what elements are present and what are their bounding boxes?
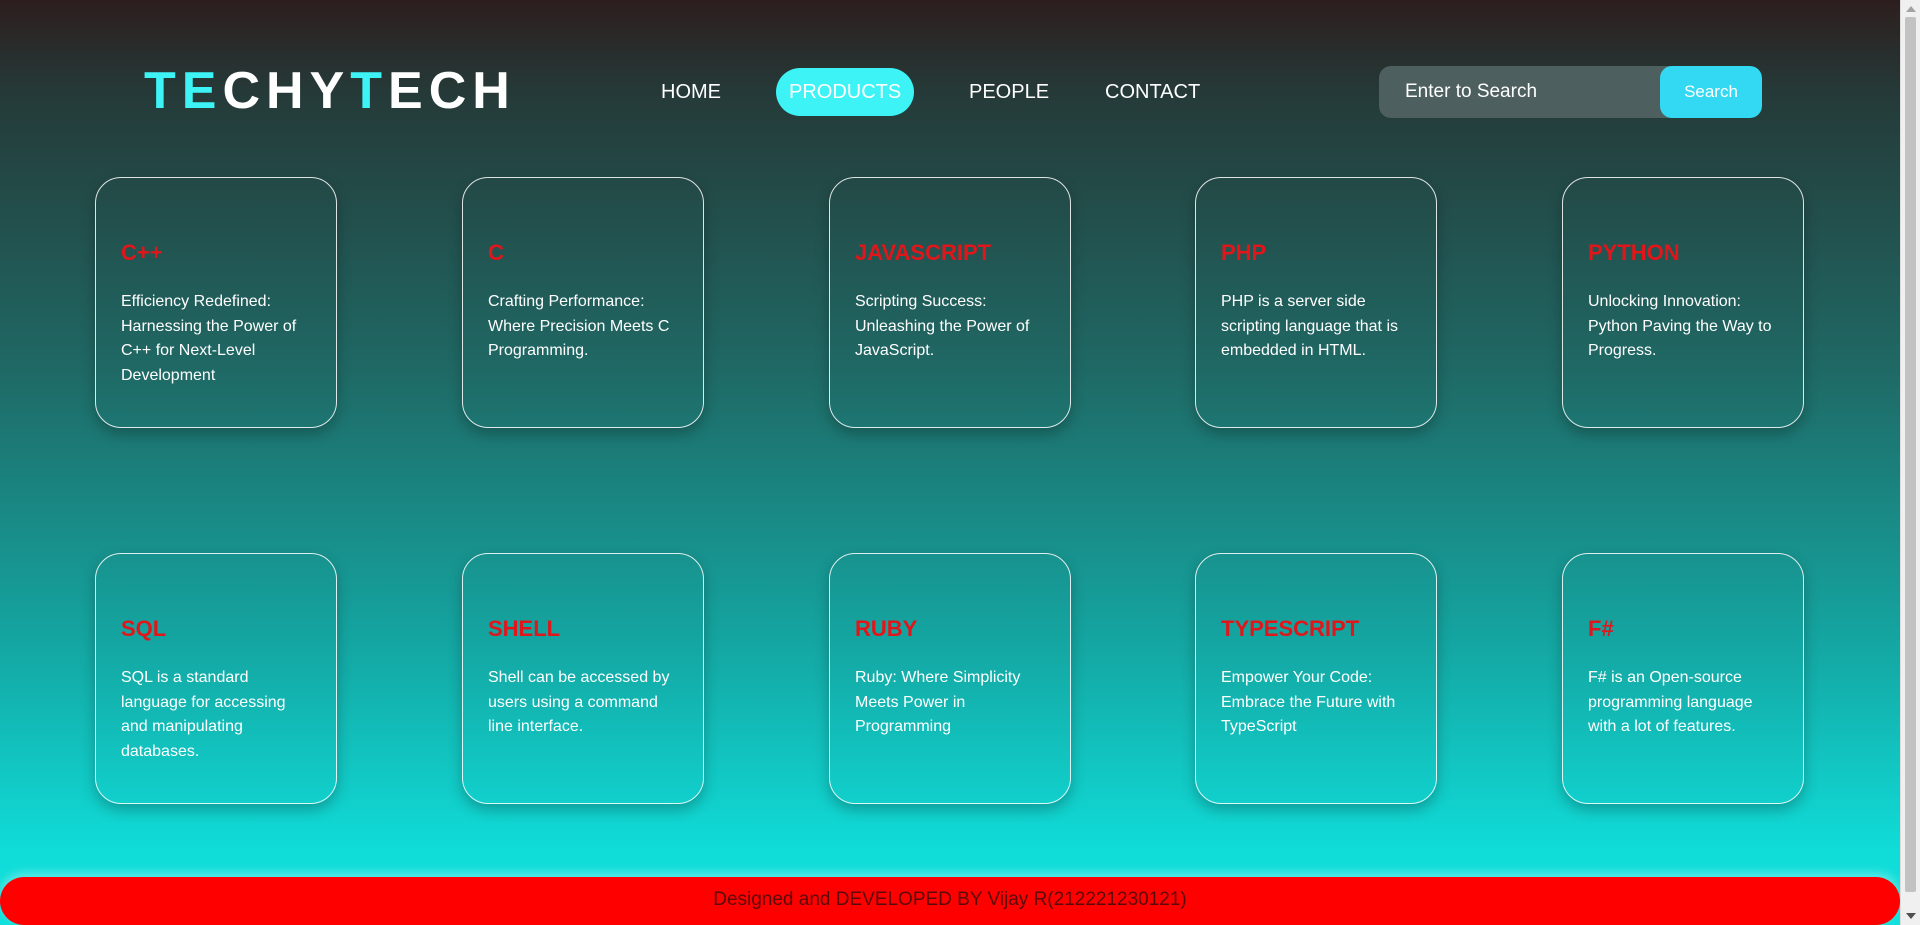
logo-part: T <box>350 62 389 120</box>
site-logo[interactable]: TECHYTECH <box>144 62 516 120</box>
card-typescript[interactable]: TYPESCRIPT Empower Your Code: Embrace th… <box>1195 553 1437 804</box>
card-title: RUBY <box>855 616 918 641</box>
nav-products[interactable]: PRODUCTS <box>776 68 915 116</box>
card-title: C++ <box>121 240 163 265</box>
logo-part: ECH <box>388 62 516 120</box>
card-title: F# <box>1588 616 1614 641</box>
card-title: PYTHON <box>1588 240 1680 265</box>
logo-part: CHY <box>222 62 351 120</box>
card-javascript[interactable]: JAVASCRIPT Scripting Success: Unleashing… <box>829 177 1071 428</box>
card-python[interactable]: PYTHON Unlocking Innovation: Python Pavi… <box>1562 177 1804 428</box>
footer: Designed and DEVELOPED BY Vijay R(212221… <box>0 877 1900 925</box>
card-title: C <box>488 240 504 265</box>
card-title: SQL <box>121 616 167 641</box>
card-sql[interactable]: SQL SQL is a standard language for acces… <box>95 553 337 804</box>
card-description: Unlocking Innovation: Python Paving the … <box>1588 293 1772 359</box>
card-php[interactable]: PHP PHP is a server side scripting langu… <box>1195 177 1437 428</box>
page: TECHYTECH HOME PRODUCTS PEOPLE CONTACT S… <box>0 0 1900 925</box>
footer-credit: Designed and DEVELOPED BY Vijay R(212221… <box>713 889 1187 910</box>
card-c[interactable]: C Crafting Performance: Where Precision … <box>462 177 704 428</box>
card-description: SQL is a standard language for accessing… <box>121 669 286 760</box>
scrollbar-thumb[interactable] <box>1905 17 1916 892</box>
scroll-up-icon[interactable] <box>1906 6 1916 12</box>
card-title: JAVASCRIPT <box>855 240 992 265</box>
card-description: Efficiency Redefined: Harnessing the Pow… <box>121 293 297 384</box>
card-title: SHELL <box>488 616 561 641</box>
card-shell[interactable]: SHELL Shell can be accessed by users usi… <box>462 553 704 804</box>
card-title: PHP <box>1221 240 1267 265</box>
nav-people[interactable]: PEOPLE <box>969 68 1049 116</box>
logo-part: TE <box>144 62 223 120</box>
card-fsharp[interactable]: F# F# is an Open-source programming lang… <box>1562 553 1804 804</box>
card-description: PHP is a server side scripting language … <box>1221 293 1398 359</box>
nav-home[interactable]: HOME <box>661 68 721 116</box>
card-cpp[interactable]: C++ Efficiency Redefined: Harnessing the… <box>95 177 337 428</box>
vertical-scrollbar[interactable] <box>1900 0 1920 925</box>
card-description: Shell can be accessed by users using a c… <box>488 669 670 735</box>
card-description: Ruby: Where Simplicity Meets Power in Pr… <box>855 669 1021 735</box>
nav-contact[interactable]: CONTACT <box>1105 68 1200 116</box>
search-input[interactable] <box>1379 66 1659 118</box>
scroll-down-icon[interactable] <box>1906 913 1916 919</box>
card-ruby[interactable]: RUBY Ruby: Where Simplicity Meets Power … <box>829 553 1071 804</box>
search-button[interactable]: Search <box>1660 66 1762 118</box>
search-bar: Search <box>1379 66 1762 118</box>
card-description: Crafting Performance: Where Precision Me… <box>488 293 670 359</box>
card-description: F# is an Open-source programming languag… <box>1588 669 1753 735</box>
card-description: Empower Your Code: Embrace the Future wi… <box>1221 669 1396 735</box>
card-description: Scripting Success: Unleashing the Power … <box>855 293 1030 359</box>
card-title: TYPESCRIPT <box>1221 616 1360 641</box>
